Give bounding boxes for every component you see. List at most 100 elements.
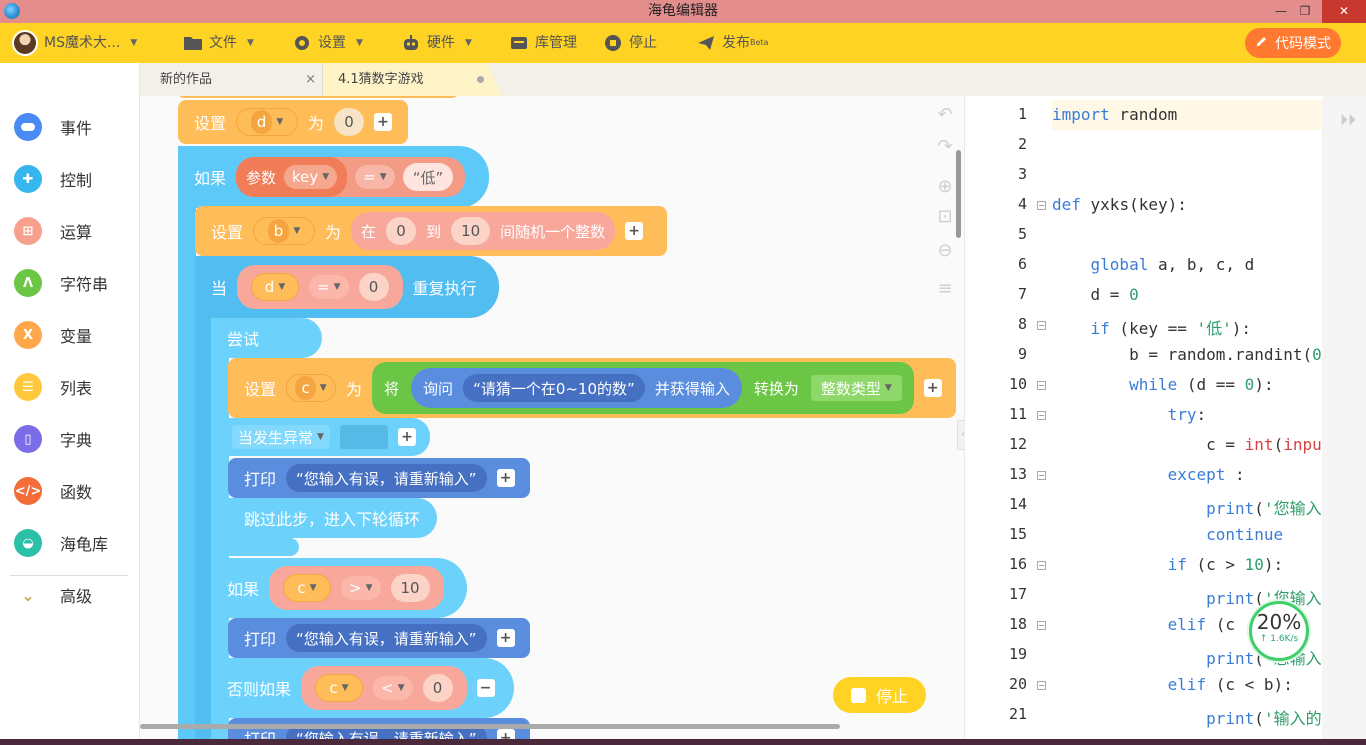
set-input-block[interactable]: 设置 c ▼ 为 将 询问 “请猜一个在0~10的数” 并获得输入 转换为 整数类… — [228, 358, 956, 418]
settings-menu[interactable]: 设置 ▼ — [292, 23, 363, 63]
ask-input-block[interactable]: 询问 “请猜一个在0~10的数” 并获得输入 — [411, 368, 742, 408]
add-icon[interactable]: + — [496, 469, 515, 487]
fold-icon[interactable]: − — [1037, 681, 1046, 690]
zoom-in-icon[interactable]: ⊕ — [934, 176, 956, 198]
param-block[interactable]: 参数 key ▼ — [236, 157, 348, 197]
undo-icon[interactable]: ↶ — [934, 104, 956, 126]
tab-guess-number[interactable]: 4.1猜数字游戏 — [324, 63, 502, 96]
string-input[interactable]: “低” — [402, 163, 454, 191]
code-editor[interactable]: 1 2 3 4 − 5 6 7 8 − 9 10 − 11 − 12 13 − … — [965, 96, 1366, 745]
if-greater-block[interactable]: 如果 c ▼ > ▼ 10 — [211, 558, 467, 618]
code-line: try: — [1167, 405, 1207, 424]
sidebar-item-list[interactable]: ☰ 列表 — [14, 371, 134, 403]
variable-dropdown[interactable]: d ▼ — [251, 273, 300, 301]
string-input[interactable]: “您输入有误，请重新输入” — [286, 624, 487, 652]
restore-icon[interactable]: ❐ — [1292, 0, 1318, 23]
set-variable-block[interactable]: 设置 d ▼ 为 0 + — [178, 100, 408, 144]
set-random-block[interactable]: 设置 b ▼ 为 在 0 到 10 间随机一个整数 + — [195, 206, 667, 256]
block-workspace[interactable]: 设置 d ▼ 为 0 + 如果 参数 key ▼ = ▼ “低” 设置 b ▼ 为 在 0… — [141, 96, 964, 745]
compare-expression[interactable]: d ▼ = ▼ 0 — [237, 265, 403, 309]
avatar — [12, 30, 38, 56]
number-input[interactable]: 0 — [358, 273, 389, 301]
variable-dropdown[interactable]: d ▼ — [236, 108, 299, 136]
redo-icon[interactable]: ↷ — [934, 136, 956, 158]
operator-dropdown[interactable]: > ▼ — [341, 576, 381, 600]
fold-icon[interactable]: − — [1037, 381, 1046, 390]
add-icon[interactable]: + — [496, 629, 515, 647]
sidebar-item-event[interactable]: 事件 — [14, 111, 134, 143]
fold-icon[interactable]: − — [1037, 201, 1046, 210]
hardware-menu[interactable]: 硬件 ▼ — [401, 23, 472, 63]
compare-expression[interactable]: c ▼ > ▼ 10 — [269, 566, 444, 610]
fold-icon[interactable]: − — [1037, 621, 1046, 630]
operator-label: > — [349, 579, 362, 597]
variable-dropdown[interactable]: b ▼ — [253, 217, 316, 245]
param-dropdown[interactable]: key ▼ — [284, 165, 338, 189]
close-icon[interactable]: × — [305, 63, 316, 96]
sidebar-item-dictionary[interactable]: ▯ 字典 — [14, 423, 134, 455]
tab-new-work[interactable]: 新的作品 × — [140, 63, 323, 96]
code-mode-button[interactable]: 代码模式 — [1245, 28, 1341, 58]
sidebar-item-string[interactable]: Λ 字符串 — [14, 267, 134, 299]
publish-button[interactable]: 发布 Beta — [696, 23, 768, 63]
expand-panel-icon[interactable]: ⏵⏵ — [1340, 110, 1356, 130]
add-icon[interactable]: + — [923, 379, 942, 397]
compare-expression[interactable]: c ▼ < ▼ 0 — [301, 666, 467, 710]
remove-icon[interactable]: − — [476, 679, 495, 697]
stop-button[interactable]: 停止 — [833, 677, 926, 713]
beta-badge: Beta — [750, 38, 769, 47]
fold-icon[interactable]: − — [1037, 561, 1046, 570]
variable-dropdown[interactable]: c ▼ — [315, 674, 364, 702]
sidebar-item-turtle-library[interactable]: ◒ 海龟库 — [14, 527, 134, 559]
add-icon[interactable]: + — [374, 113, 393, 131]
add-icon[interactable]: + — [397, 428, 416, 446]
exception-type-dropdown[interactable]: 当发生异常 ▼ — [232, 425, 330, 449]
except-block[interactable]: 当发生异常 ▼ + — [228, 418, 430, 456]
string-input[interactable]: “请猜一个在0~10的数” — [463, 374, 645, 402]
type-dropdown[interactable]: 整数类型 ▼ — [810, 375, 902, 401]
variable-dropdown[interactable]: c ▼ — [286, 374, 337, 402]
continue-block[interactable]: 跳过此步，进入下轮循环 — [228, 498, 437, 538]
compare-expression[interactable]: 参数 key ▼ = ▼ “低” — [236, 157, 466, 197]
number-input[interactable]: 0 — [386, 217, 417, 245]
number-input[interactable]: 0 — [334, 108, 365, 136]
print-block[interactable]: 打印 “您输入有误，请重新输入” + — [228, 458, 530, 498]
operator-dropdown[interactable]: = ▼ — [309, 275, 349, 299]
convert-type-block[interactable]: 将 询问 “请猜一个在0~10的数” 并获得输入 转换为 整数类型 ▼ — [372, 362, 914, 414]
sidebar-item-advanced[interactable]: ⌄ 高级 — [14, 579, 134, 611]
library-manager-button[interactable]: 库管理 — [509, 23, 577, 63]
clean-up-icon[interactable]: ≡ — [934, 278, 956, 300]
string-input[interactable]: “您输入有误，请重新输入” — [286, 464, 487, 492]
add-icon[interactable]: + — [625, 222, 644, 240]
variable-dropdown[interactable]: c ▼ — [283, 574, 332, 602]
close-icon[interactable]: ✕ — [1322, 0, 1366, 23]
workspace-vertical-scrollbar[interactable] — [956, 150, 961, 238]
zoom-out-icon[interactable]: ⊖ — [934, 240, 956, 262]
fold-icon[interactable]: − — [1037, 471, 1046, 480]
try-block[interactable]: 尝试 — [211, 318, 322, 358]
user-menu[interactable]: MS魔术大... ▼ — [12, 23, 137, 63]
sidebar-item-control[interactable]: ✚ 控制 — [14, 163, 134, 195]
number-input[interactable]: 0 — [422, 674, 453, 702]
print-block[interactable]: 打印 “您输入有误，请重新输入” + — [228, 618, 530, 658]
number-input[interactable]: 10 — [451, 217, 491, 245]
fold-icon[interactable]: − — [1037, 411, 1046, 420]
zoom-reset-icon[interactable]: ⊡ — [934, 206, 956, 228]
number-input[interactable]: 10 — [390, 574, 430, 602]
operator-dropdown[interactable]: < ▼ — [373, 676, 413, 700]
if-block[interactable]: 如果 参数 key ▼ = ▼ “低” — [178, 146, 489, 208]
file-menu[interactable]: 文件 ▼ — [183, 23, 254, 63]
operator-dropdown[interactable]: = ▼ — [355, 165, 395, 189]
minimize-icon[interactable]: — — [1268, 0, 1294, 23]
sidebar-item-function[interactable]: </> 函数 — [14, 475, 134, 507]
sidebar-item-operator[interactable]: ⊞ 运算 — [14, 215, 134, 247]
elif-less-block[interactable]: 否则如果 c ▼ < ▼ 0 − — [211, 658, 514, 718]
sidebar-item-variable[interactable]: X 变量 — [14, 319, 134, 351]
stop-toolbar-button[interactable]: 停止 — [603, 23, 657, 63]
while-block[interactable]: 当 d ▼ = ▼ 0 重复执行 — [195, 256, 499, 318]
fold-icon[interactable]: − — [1037, 321, 1046, 330]
block-keyword: 打印 — [244, 630, 277, 649]
exception-slot[interactable] — [339, 425, 388, 449]
random-int-block[interactable]: 在 0 到 10 间随机一个整数 — [351, 212, 616, 250]
workspace-horizontal-scrollbar[interactable] — [140, 724, 840, 729]
